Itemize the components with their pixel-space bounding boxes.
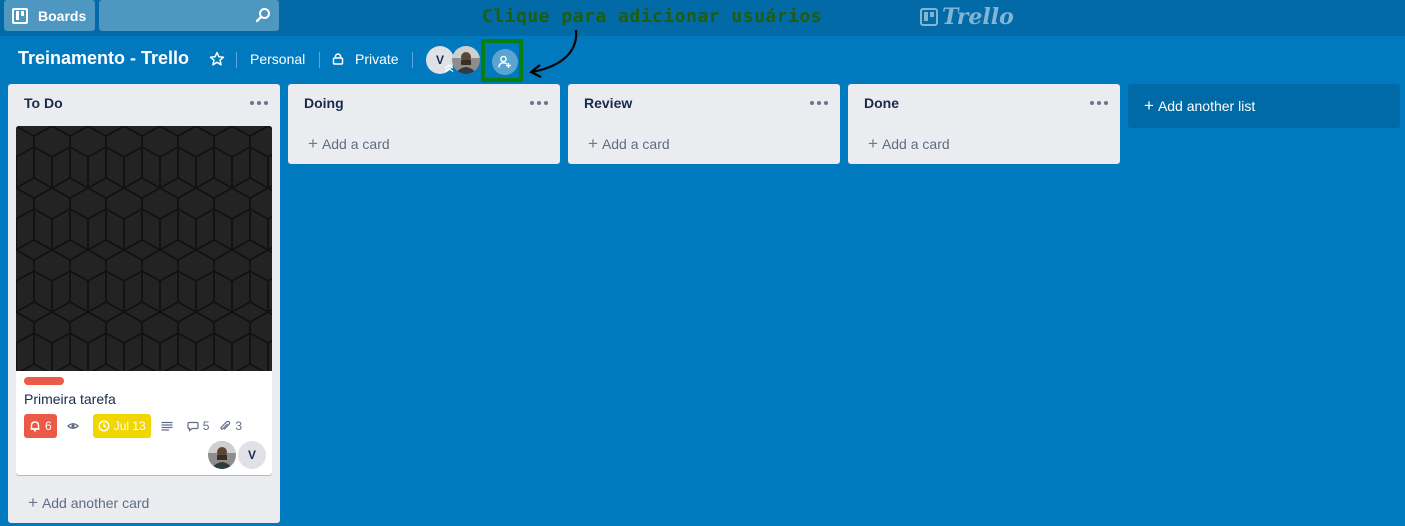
watching-badge xyxy=(66,414,83,438)
bell-icon xyxy=(30,421,40,432)
add-card-label: Add a card xyxy=(881,136,950,152)
notification-badge: 6 xyxy=(24,414,57,438)
star-icon[interactable] xyxy=(208,50,226,68)
add-card-label: Add a card xyxy=(601,136,670,152)
boards-button-label: Boards xyxy=(38,7,87,24)
card-members: V xyxy=(208,441,266,469)
add-card-label: Add another card xyxy=(41,495,150,511)
description-badge xyxy=(161,414,177,438)
list-title[interactable]: Done xyxy=(864,95,899,111)
description-icon xyxy=(161,421,173,431)
list-title[interactable]: Review xyxy=(584,95,632,111)
clock-icon xyxy=(98,420,110,432)
comments-badge: 5 xyxy=(187,414,210,438)
add-list-label: Add another list xyxy=(1157,98,1256,114)
top-nav-bar: Boards Clique para adicionar usuários Tr… xyxy=(0,0,1405,36)
add-card-button[interactable]: + Add a card xyxy=(568,124,840,164)
list-menu-icon[interactable] xyxy=(530,101,548,105)
add-user-icon xyxy=(498,55,511,68)
card-badges: 6 Jul 13 5 3 xyxy=(24,414,264,438)
list-menu-icon[interactable] xyxy=(250,101,268,105)
list-review: Review + Add a card xyxy=(568,84,840,164)
list-done: Done + Add a card xyxy=(848,84,1120,164)
eye-icon xyxy=(66,423,79,429)
add-card-button[interactable]: + Add a card xyxy=(288,124,560,164)
list-doing: Doing + Add a card xyxy=(288,84,560,164)
card-cover-image xyxy=(16,126,272,371)
list-header[interactable]: Review xyxy=(568,84,840,124)
annotation-arrow xyxy=(528,29,578,78)
due-date-badge: Jul 13 xyxy=(92,414,151,438)
header-divider xyxy=(412,52,413,68)
attachments-count: 3 xyxy=(235,419,243,433)
plus-icon: + xyxy=(588,134,598,153)
notification-count: 6 xyxy=(45,419,52,433)
paperclip-icon xyxy=(220,420,231,430)
list-title[interactable]: Doing xyxy=(304,95,344,111)
header-divider xyxy=(319,52,320,68)
plus-icon: + xyxy=(868,134,878,153)
add-member-button[interactable] xyxy=(492,49,518,75)
add-list-button[interactable]: + Add another list xyxy=(1128,84,1400,128)
card-member-avatar-v[interactable]: V xyxy=(238,441,266,469)
member-avatar-photo[interactable] xyxy=(452,46,480,74)
comments-count: 5 xyxy=(202,419,210,433)
team-button[interactable]: Personal xyxy=(250,51,305,67)
lock-icon xyxy=(332,53,344,65)
trello-logo-text: Trello xyxy=(942,4,1014,30)
visibility-button[interactable]: Private xyxy=(355,51,399,67)
plus-icon: + xyxy=(28,493,38,512)
boards-icon xyxy=(12,7,28,24)
card-title: Primeira tarefa xyxy=(24,391,116,407)
list-title[interactable]: To Do xyxy=(24,95,63,111)
card-member-avatar-photo[interactable] xyxy=(208,441,236,469)
add-card-button[interactable]: + Add another card xyxy=(8,483,280,523)
comment-icon xyxy=(187,421,199,432)
card-primeira-tarefa[interactable]: Primeira tarefa 6 Jul 13 5 3 V xyxy=(16,126,272,475)
boards-button[interactable]: Boards xyxy=(4,0,95,31)
list-header[interactable]: Doing xyxy=(288,84,560,124)
header-divider xyxy=(236,52,237,68)
add-card-label: Add a card xyxy=(321,136,390,152)
add-member-highlight xyxy=(481,39,523,82)
plus-icon: + xyxy=(1144,96,1154,115)
card-cover-pattern xyxy=(16,126,272,371)
list-menu-icon[interactable] xyxy=(810,101,828,105)
board-title[interactable]: Treinamento - Trello xyxy=(18,48,189,69)
add-card-button[interactable]: + Add a card xyxy=(848,124,1120,164)
trello-logo-icon xyxy=(920,8,938,26)
due-date: Jul 13 xyxy=(113,419,146,433)
list-menu-icon[interactable] xyxy=(1090,101,1108,105)
avatar-photo-icon xyxy=(452,46,480,74)
avatar-photo-icon xyxy=(208,441,236,469)
list-header[interactable]: Done xyxy=(848,84,1120,124)
search-input[interactable] xyxy=(99,0,279,31)
search-icon[interactable] xyxy=(255,7,271,23)
trello-logo[interactable]: Trello xyxy=(920,4,1014,30)
plus-icon: + xyxy=(308,134,318,153)
list-to-do: To Do Primeira tarefa 6 Jul 13 5 3 V + A… xyxy=(8,84,280,523)
attachments-badge: 3 xyxy=(219,414,242,438)
list-header[interactable]: To Do xyxy=(8,84,280,124)
card-label-red xyxy=(24,377,64,385)
annotation-text: Clique para adicionar usuários xyxy=(482,6,823,27)
